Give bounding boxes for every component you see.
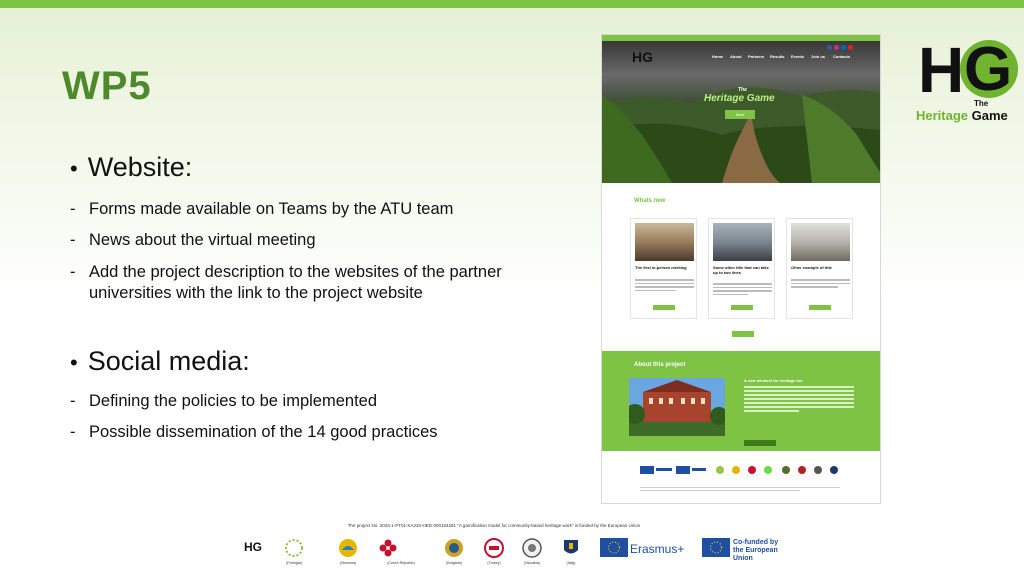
partner-label: (Portugal) (286, 561, 302, 565)
italy-partner-logo (564, 540, 578, 554)
list-item: - Possible dissemination of the 14 good … (70, 422, 438, 443)
partner-logos-row: HG (Portugal) (Slovenia) (Czech Republic… (238, 534, 798, 570)
card-excerpt (791, 279, 850, 290)
list-item: - Forms made available on Teams by the A… (70, 199, 453, 220)
instagram-icon[interactable] (834, 45, 839, 50)
card-excerpt (713, 283, 772, 297)
nav-about[interactable]: About (730, 54, 742, 59)
card-title: Some other title that can take up to two… (713, 265, 769, 275)
eu-flag-icon (702, 538, 730, 557)
dash-glyph: - (70, 263, 76, 281)
hero-title-the: The (738, 87, 747, 93)
news-card[interactable]: Other example of title (786, 218, 853, 319)
hero-title-text: Heritage Game (704, 93, 775, 104)
card-read-more-button[interactable] (809, 305, 831, 310)
partner-label: (Czech Republic) (387, 561, 415, 565)
card-photo (635, 223, 694, 261)
list-item-text: Add the project description to the websi… (89, 263, 502, 302)
bullet-glyph: • (70, 350, 78, 375)
slovakia-partner-logo (522, 538, 542, 558)
list-item-text: Possible dissemination of the 14 good pr… (89, 423, 438, 441)
section-heading-social-media: • Social media: (70, 346, 250, 377)
about-photo (629, 378, 725, 436)
website-mockup: HG Home About Partners Results Events Jo… (601, 34, 881, 504)
dash-glyph: - (70, 423, 76, 441)
dash-glyph: - (70, 231, 76, 249)
nav-join-us[interactable]: Join us (811, 54, 825, 59)
mockup-fine-print (640, 487, 840, 493)
partner-label: (Italy) (566, 561, 576, 565)
hero-logo[interactable]: HG (632, 49, 654, 67)
hero-banner: HG Home About Partners Results Events Jo… (602, 35, 880, 183)
list-item-text: Defining the policies to be implemented (89, 392, 378, 410)
youtube-icon[interactable] (848, 45, 853, 50)
logo-the: The (974, 99, 989, 108)
nav-contacts[interactable]: Contacts (833, 54, 850, 59)
dash-glyph: - (70, 200, 76, 218)
section-heading-label: Website: (87, 152, 193, 182)
cofunded-line1: Co-funded by (733, 539, 779, 546)
turkey-partner-logo (484, 538, 504, 558)
partner-label: (Turkey) (487, 561, 501, 565)
cofunded-eu-label: Co-funded by the European Union (733, 539, 798, 563)
nav-partners[interactable]: Partners (748, 54, 764, 59)
about-more-button[interactable] (744, 440, 776, 446)
partner-label: (Bulgaria) (446, 561, 462, 565)
partner-label: (Slovenia) (339, 561, 357, 565)
section-heading-website: • Website: (70, 152, 192, 183)
bullet-glyph: • (70, 156, 78, 181)
news-card[interactable]: The first in-person meeting (630, 218, 697, 319)
logo-word-game: Game (971, 108, 1008, 123)
bulgaria-partner-logo (445, 539, 463, 557)
mockup-partner-logos (640, 466, 838, 474)
cofunded-line2: the European Union (733, 547, 778, 562)
hero-title: The Heritage Game (704, 87, 775, 104)
logo-letter-g: G (964, 35, 1013, 104)
eu-flag-icon (600, 538, 628, 557)
funding-credit: The project No. 2023-1-PT01-KA220-HED-00… (347, 523, 641, 528)
erasmus-plus-label: Erasmus+ (630, 542, 685, 556)
list-item: - Add the project description to the web… (70, 262, 540, 304)
dash-glyph: - (70, 392, 76, 410)
top-accent-bar (0, 0, 1024, 8)
section-heading-label: Social media: (87, 346, 250, 376)
about-title: About this project (634, 362, 686, 368)
nav-results[interactable]: Results (770, 54, 784, 59)
card-photo (713, 223, 772, 261)
nav-home[interactable]: Home (712, 54, 723, 59)
news-card[interactable]: Some other title that can take up to two… (708, 218, 775, 319)
whats-new-heading: Whats new (634, 198, 666, 204)
see-all-button[interactable] (732, 331, 754, 337)
card-title: The first in-person meeting (635, 265, 687, 270)
heritage-game-logo: H G The Heritage Game (914, 34, 1018, 128)
card-excerpt (635, 279, 694, 293)
about-text (744, 386, 854, 414)
facebook-icon[interactable] (827, 45, 832, 50)
ipv-portugal-logo (285, 539, 303, 557)
slide-title: WP5 (62, 64, 152, 108)
partner-label: (Slovakia) (524, 561, 540, 565)
about-heading: A new mindset for heritage fun (744, 378, 803, 383)
nav-events[interactable]: Events (791, 54, 804, 59)
card-photo (791, 223, 850, 261)
linkedin-icon[interactable] (841, 45, 846, 50)
list-item: - News about the virtual meeting (70, 230, 316, 251)
list-item-text: News about the virtual meeting (89, 231, 316, 249)
card-read-more-button[interactable] (653, 305, 675, 310)
logo-wordmark: Heritage Game (916, 108, 1008, 123)
logo-letter-h: H (918, 34, 964, 106)
hg-partner-logo: HG (244, 540, 262, 554)
list-item-text: Forms made available on Teams by the ATU… (89, 200, 454, 218)
slovenia-partner-logo (339, 539, 357, 557)
card-title: Other example of title (791, 265, 832, 270)
card-read-more-button[interactable] (731, 305, 753, 310)
about-section: About this project A new mindset for her… (602, 351, 880, 451)
hero-start-button[interactable]: Start (725, 110, 755, 119)
logo-word-heritage: Heritage (916, 108, 969, 123)
list-item: - Defining the policies to be implemente… (70, 391, 377, 412)
czech-partner-logo (379, 539, 397, 557)
